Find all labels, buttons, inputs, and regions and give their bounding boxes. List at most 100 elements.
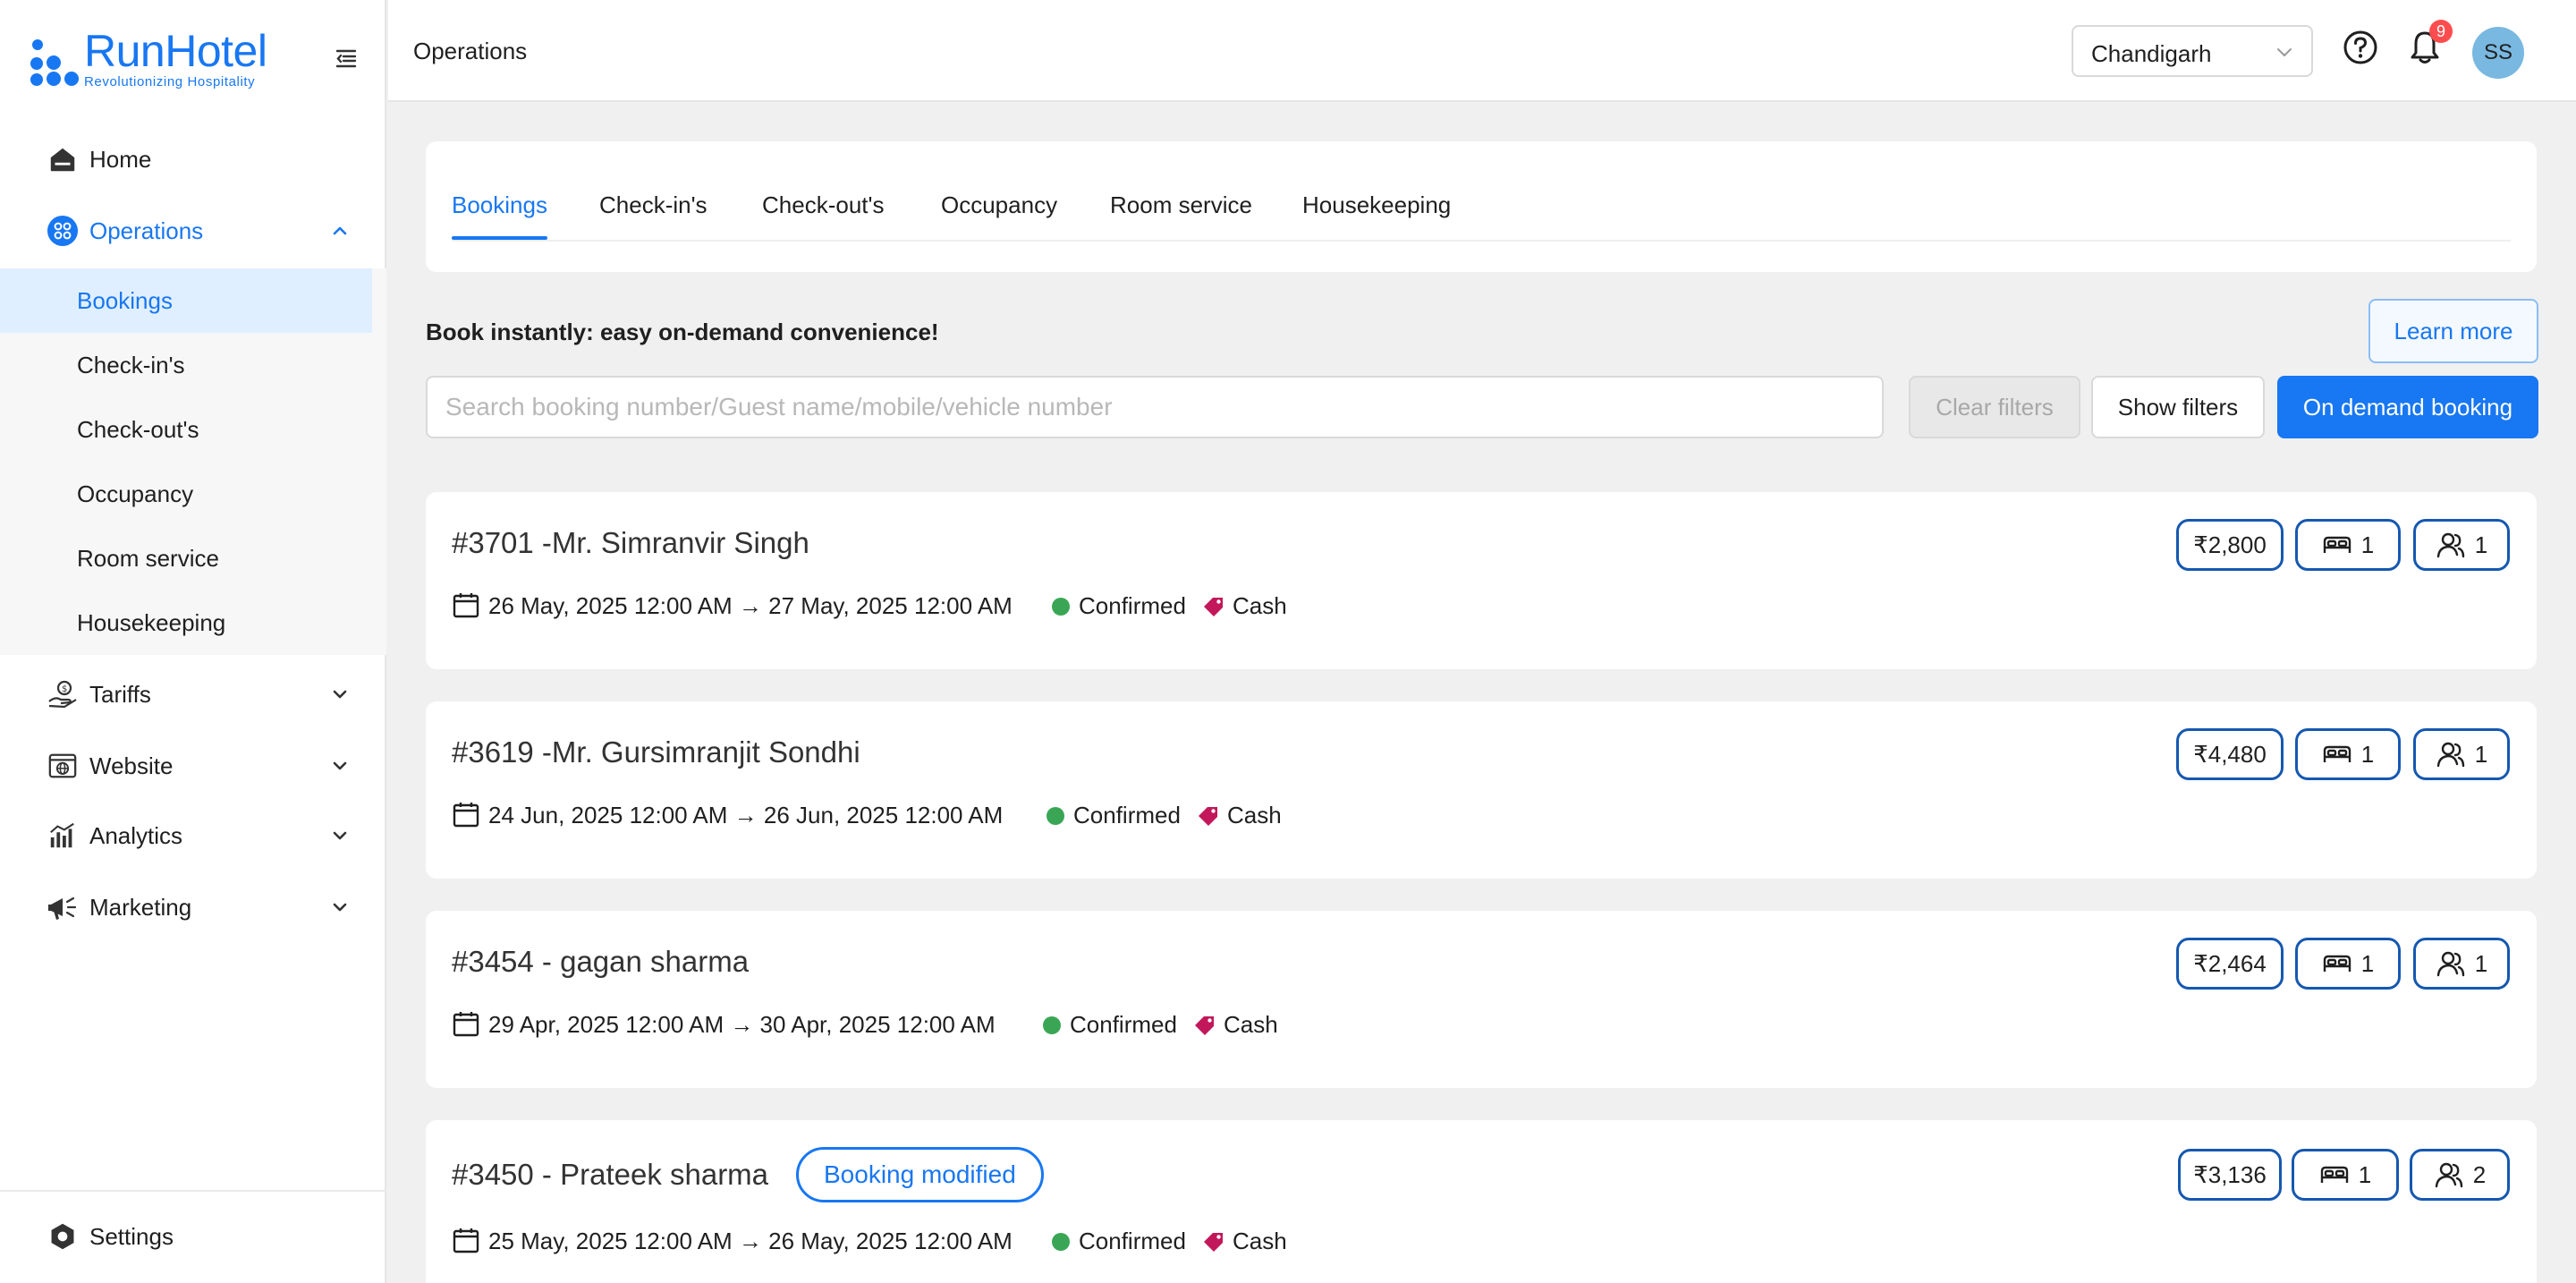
clear-filters-button[interactable]: Clear filters <box>1909 376 2080 438</box>
booking-dates: 25 May, 2025 12:00 AM → 26 May, 2025 12:… <box>488 1228 1013 1254</box>
booking-dates: 24 Jun, 2025 12:00 AM → 26 Jun, 2025 12:… <box>488 802 1004 828</box>
sidebar-item-website[interactable]: Website <box>0 734 386 798</box>
sidebar-subitem-room-service[interactable]: Room service <box>0 526 372 591</box>
booking-card[interactable]: #3701 -Mr. Simranvir Singh 26 May, 2025 … <box>426 492 2537 669</box>
tabs-divider <box>452 240 2511 242</box>
booking-card[interactable]: #3454 - gagan sharma 29 Apr, 2025 12:00 … <box>426 911 2537 1088</box>
city-select-value: Chandigarh <box>2091 40 2212 67</box>
sidebar-subitem-label: Check-in's <box>77 351 185 378</box>
room-count: 1 <box>2295 519 2401 571</box>
room-count: 1 <box>2295 938 2401 990</box>
tab-checkins[interactable]: Check-in's <box>599 191 708 219</box>
booking-card[interactable]: #3619 -Mr. Gursimranjit Sondhi 24 Jun, 2… <box>426 701 2537 879</box>
guests-icon <box>2435 1162 2462 1188</box>
tab-occupancy[interactable]: Occupancy <box>941 191 1057 219</box>
guest-count: 1 <box>2413 519 2510 571</box>
sidebar-subitem-label: Occupancy <box>77 480 194 507</box>
sidebar-item-label: Website <box>89 752 174 779</box>
notification-badge: 9 <box>2429 20 2453 43</box>
booking-search-input[interactable] <box>426 376 1884 438</box>
payment-method: Cash <box>1202 592 1287 620</box>
sidebar: RunHotel Revolutionizing Hospitality Hom… <box>0 0 386 1283</box>
collapse-sidebar-icon[interactable] <box>333 45 360 72</box>
tab-housekeeping[interactable]: Housekeeping <box>1302 191 1451 219</box>
logo-dots-icon <box>30 32 79 86</box>
tab-bookings[interactable]: Bookings <box>452 191 547 219</box>
booking-status-label: Confirmed <box>1073 802 1181 828</box>
bed-icon <box>2323 745 2351 762</box>
booking-title[interactable]: #3701 -Mr. Simranvir Singh <box>452 526 809 560</box>
sidebar-subitem-occupancy[interactable]: Occupancy <box>0 462 372 526</box>
promo-text: Book instantly: easy on-demand convenien… <box>426 319 939 345</box>
sidebar-item-label: Settings <box>89 1222 174 1250</box>
sidebar-item-label: Home <box>89 145 152 173</box>
booking-dates: 29 Apr, 2025 12:00 AM → 30 Apr, 2025 12:… <box>488 1011 996 1038</box>
booking-amount: ₹3,136 <box>2178 1149 2282 1201</box>
sidebar-subitem-bookings[interactable]: Bookings <box>0 268 372 333</box>
room-count-value: 1 <box>2360 740 2375 768</box>
sidebar-subitem-checkouts[interactable]: Check-out's <box>0 397 372 462</box>
sidebar-item-label: Tariffs <box>89 680 151 708</box>
tab-room-service[interactable]: Room service <box>1110 191 1252 219</box>
booking-dates: 26 May, 2025 12:00 AM → 27 May, 2025 12:… <box>488 592 1013 619</box>
calendar-icon <box>452 800 480 828</box>
sidebar-subitem-label: Housekeeping <box>77 608 226 636</box>
active-tab-indicator <box>452 236 547 240</box>
guest-count: 1 <box>2413 728 2510 780</box>
help-icon[interactable] <box>2342 29 2379 66</box>
sidebar-item-marketing[interactable]: Marketing <box>0 875 386 939</box>
room-count-value: 1 <box>2358 1160 2372 1188</box>
sidebar-subitem-housekeeping[interactable]: Housekeeping <box>0 591 372 655</box>
payment-method-label: Cash <box>1233 1228 1287 1254</box>
svg-text:$: $ <box>62 684 67 694</box>
sidebar-item-home[interactable]: Home <box>0 127 386 191</box>
operations-icon <box>47 215 79 247</box>
payment-method: Cash <box>1193 1011 1278 1039</box>
user-avatar[interactable]: SS <box>2472 27 2524 79</box>
sidebar-subitem-checkins[interactable]: Check-in's <box>0 333 372 397</box>
chevron-up-icon[interactable] <box>327 218 352 243</box>
sidebar-item-tariffs[interactable]: $ Tariffs <box>0 662 386 726</box>
sidebar-item-analytics[interactable]: Analytics <box>0 803 386 868</box>
room-count: 1 <box>2292 1149 2399 1201</box>
status-dot-icon <box>1046 806 1064 825</box>
booking-title[interactable]: #3450 - Prateek sharma <box>452 1158 768 1192</box>
logo-name: RunHotel <box>84 26 267 76</box>
city-select[interactable]: Chandigarh <box>2072 25 2313 77</box>
sidebar-item-operations[interactable]: Operations <box>0 199 386 263</box>
booking-title[interactable]: #3619 -Mr. Gursimranjit Sondhi <box>452 735 860 769</box>
booking-status: Confirmed <box>1052 1228 1186 1255</box>
sidebar-item-label: Operations <box>89 217 204 244</box>
payment-method-label: Cash <box>1224 1011 1278 1038</box>
show-filters-button[interactable]: Show filters <box>2091 376 2265 438</box>
tariffs-icon: $ <box>47 678 79 710</box>
chevron-down-icon[interactable] <box>327 682 352 707</box>
booking-status: Confirmed <box>1043 1011 1177 1039</box>
booking-status-label: Confirmed <box>1079 1228 1186 1254</box>
tab-checkouts[interactable]: Check-out's <box>762 191 884 219</box>
home-icon <box>47 143 79 175</box>
sidebar-item-label: Analytics <box>89 821 183 849</box>
sidebar-item-settings[interactable]: Settings <box>0 1204 386 1269</box>
sidebar-subitem-label: Check-out's <box>77 415 199 443</box>
chevron-down-icon[interactable] <box>327 823 352 848</box>
chevron-down-icon[interactable] <box>327 895 352 920</box>
booking-card[interactable]: #3450 - Prateek sharma Booking modified … <box>426 1120 2537 1283</box>
price-tag-icon <box>1202 595 1225 618</box>
guest-count-value: 1 <box>2474 740 2488 768</box>
on-demand-booking-button[interactable]: On demand booking <box>2277 376 2538 438</box>
runhotel-logo[interactable]: RunHotel Revolutionizing Hospitality <box>30 29 267 89</box>
booking-modified-badge: Booking modified <box>796 1147 1044 1202</box>
payment-method-label: Cash <box>1227 802 1282 828</box>
booking-amount: ₹2,464 <box>2176 938 2284 990</box>
booking-title[interactable]: #3454 - gagan sharma <box>452 945 749 979</box>
guest-count-value: 1 <box>2474 531 2488 558</box>
bed-icon <box>2323 536 2351 553</box>
booking-status-label: Confirmed <box>1079 592 1186 619</box>
learn-more-button[interactable]: Learn more <box>2368 299 2538 363</box>
payment-method: Cash <box>1197 802 1282 829</box>
chevron-down-icon[interactable] <box>327 753 352 778</box>
megaphone-icon <box>47 891 79 923</box>
sidebar-subitem-label: Room service <box>77 544 219 572</box>
room-count-value: 1 <box>2360 949 2375 977</box>
